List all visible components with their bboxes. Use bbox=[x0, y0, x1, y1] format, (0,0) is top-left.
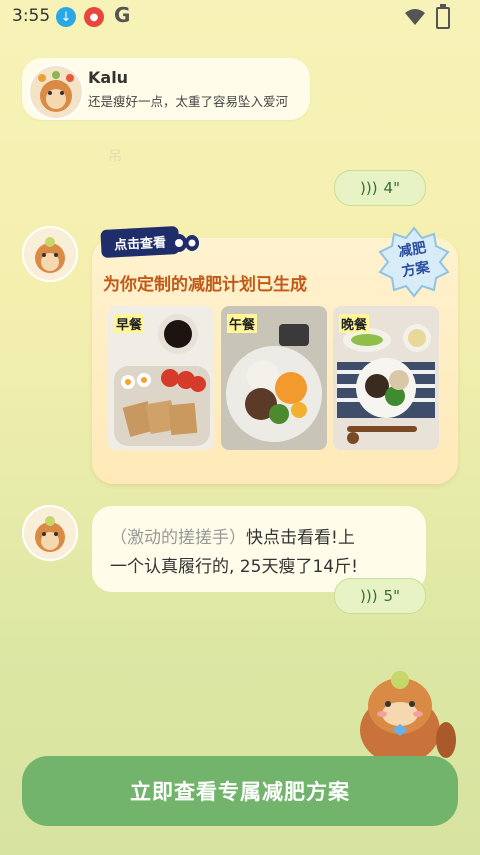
breakfast-image[interactable]: 早餐 bbox=[108, 306, 214, 450]
app-notification-icon: ● bbox=[84, 7, 104, 27]
download-icon: ↓ bbox=[56, 7, 76, 27]
voice-message-button-2[interactable]: ))) 5" bbox=[334, 578, 426, 614]
breakfast-label: 早餐 bbox=[114, 314, 145, 333]
google-icon: G bbox=[114, 3, 131, 27]
voice-duration: 4" bbox=[383, 179, 400, 197]
bot-avatar-2 bbox=[22, 505, 78, 561]
contact-name: Kalu bbox=[88, 68, 129, 87]
message-line1-text: 快点击看看!上 bbox=[246, 528, 355, 548]
bot-avatar bbox=[22, 226, 78, 282]
voice-wave-icon: ))) bbox=[359, 587, 378, 605]
message-line1: （激动的搓搓手）快点击看看!上 bbox=[110, 523, 355, 548]
eyes-icon bbox=[171, 234, 199, 252]
voice-message-button[interactable]: ))) 4" bbox=[334, 170, 426, 206]
contact-subtitle: 还是瘦好一点，太重了容易坠入爱河 bbox=[88, 94, 289, 109]
chat-header-card[interactable] bbox=[22, 58, 310, 120]
kalu-avatar bbox=[28, 64, 84, 120]
message-line2: 一个认真履行的, 25天瘦了14斤! bbox=[110, 557, 358, 577]
plan-title: 为你定制的减肥计划已生成 bbox=[103, 275, 307, 295]
dinner-image[interactable]: 晚餐 bbox=[333, 306, 439, 450]
wifi-icon bbox=[405, 9, 425, 25]
message-muted: （激动的搓搓手） bbox=[110, 528, 246, 548]
battery-icon bbox=[436, 4, 450, 29]
view-plan-button[interactable]: 立即查看专属减肥方案 bbox=[22, 756, 458, 826]
view-tag[interactable]: 点击查看 bbox=[100, 225, 180, 259]
mascot-illustration bbox=[360, 671, 456, 760]
lunch-image[interactable]: 午餐 bbox=[221, 306, 327, 450]
voice-wave-icon: ))) bbox=[359, 179, 378, 197]
dinner-label: 晚餐 bbox=[339, 314, 370, 333]
lunch-label: 午餐 bbox=[227, 314, 258, 333]
voice-duration-2: 5" bbox=[383, 587, 400, 605]
status-time: 3:55 bbox=[12, 6, 51, 26]
faded-text: 吊 bbox=[108, 149, 122, 165]
